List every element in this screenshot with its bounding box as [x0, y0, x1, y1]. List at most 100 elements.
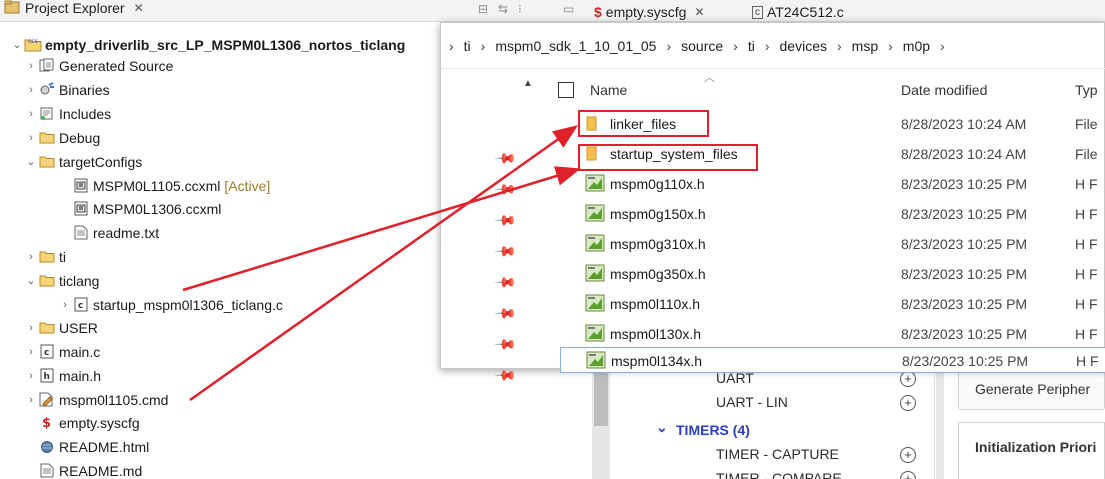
breadcrumb-separator-icon[interactable]: ›	[733, 38, 738, 54]
file-row[interactable]: mspm0g310x.h 8/23/2023 10:25 PM H F	[543, 231, 1105, 257]
scrollbar[interactable]	[936, 366, 944, 479]
pin-icon[interactable]: 📌	[494, 177, 518, 201]
view-menu-icon[interactable]: ⁝	[518, 2, 522, 16]
chevron-right-icon[interactable]: ›	[24, 60, 38, 72]
add-icon[interactable]: +	[900, 371, 916, 387]
tree-item[interactable]: › Includes	[24, 102, 111, 125]
tree-item[interactable]: README.html	[24, 435, 149, 458]
add-icon[interactable]: +	[900, 447, 916, 463]
tree-item[interactable]: › mspm0l1105.cmd	[24, 388, 168, 411]
file-type: File	[1075, 116, 1098, 132]
chevron-right-icon[interactable]: ›	[24, 322, 38, 334]
file-type: H F	[1075, 296, 1098, 312]
ccxml-file-icon	[72, 178, 90, 194]
scrollbar[interactable]	[592, 366, 610, 479]
peripheral-item[interactable]: TIMER - CAPTURE	[716, 446, 839, 462]
tree-item[interactable]: › Generated Source	[24, 54, 173, 77]
breadcrumb-item[interactable]: ti	[748, 38, 755, 54]
chevron-right-icon[interactable]: ›	[24, 251, 38, 263]
pin-icon[interactable]: 📌	[494, 146, 518, 170]
section-header[interactable]: ⌄ TIMERS (4)	[656, 419, 750, 438]
file-date: 8/23/2023 10:25 PM	[901, 176, 1028, 192]
breadcrumb-separator-icon[interactable]: ›	[449, 38, 454, 54]
breadcrumb-separator-icon[interactable]: ›	[888, 38, 893, 54]
column-type[interactable]: Typ	[1075, 82, 1098, 98]
chevron-down-icon[interactable]: ⌄	[24, 155, 38, 168]
chevron-down-icon[interactable]: ⌄	[656, 419, 668, 436]
chevron-down-icon[interactable]: ⌄	[10, 38, 24, 51]
scrollbar[interactable]	[517, 70, 541, 370]
breadcrumb-separator-icon[interactable]: ›	[837, 38, 842, 54]
add-icon[interactable]: +	[900, 471, 916, 479]
file-type: H F	[1075, 236, 1098, 252]
file-row[interactable]: mspm0l134x.h 8/23/2023 10:25 PM H F	[560, 347, 1105, 373]
breadcrumb-item[interactable]: ti	[464, 38, 471, 54]
tree-item[interactable]: › Binaries	[24, 78, 109, 101]
breadcrumb-separator-icon[interactable]: ›	[765, 38, 770, 54]
breadcrumb-item[interactable]: source	[681, 38, 723, 54]
tree-item[interactable]: › c main.c	[24, 340, 100, 363]
tree-item[interactable]: › c startup_mspm0l1306_ticlang.c	[58, 293, 283, 316]
chevron-right-icon[interactable]: ›	[24, 108, 38, 120]
tree-item[interactable]: ⌄ ccs empty_driverlib_src_LP_MSPM0L1306_no…	[10, 33, 405, 56]
tree-item[interactable]: readme.txt	[58, 221, 159, 244]
chevron-right-icon[interactable]: ›	[24, 132, 38, 144]
chevron-down-icon[interactable]: ⌄	[24, 274, 38, 287]
pin-icon[interactable]: 📌	[494, 301, 518, 325]
tree-item[interactable]: ⌄ targetConfigs	[24, 150, 142, 173]
peripheral-item[interactable]: TIMER - COMPARE	[716, 470, 842, 479]
column-name[interactable]: Name	[590, 82, 627, 98]
tree-item[interactable]: › USER	[24, 316, 98, 339]
tree-item-label: empty_driverlib_src_LP_MSPM0L1306_nortos…	[45, 36, 406, 53]
breadcrumb-separator-icon[interactable]: ›	[666, 38, 671, 54]
file-row[interactable]: mspm0g350x.h 8/23/2023 10:25 PM H F	[543, 261, 1105, 287]
breadcrumb-item[interactable]: mspm0_sdk_1_10_01_05	[495, 38, 656, 54]
file-row[interactable]: mspm0g110x.h 8/23/2023 10:25 PM H F	[543, 171, 1105, 197]
tree-item[interactable]: MSPM0L1306.ccxml	[58, 197, 221, 220]
tree-item[interactable]: ⌄ ticlang	[24, 269, 99, 292]
tree-item-label: main.h	[59, 367, 102, 384]
tree-item[interactable]: › ti	[24, 245, 66, 268]
file-row[interactable]: mspm0g150x.h 8/23/2023 10:25 PM H F	[543, 201, 1105, 227]
pin-icon[interactable]: 📌	[494, 270, 518, 294]
tree-item[interactable]: MSPM0L1105.ccxml [Active]	[58, 174, 270, 197]
collapse-all-icon[interactable]: ⊟	[478, 2, 488, 16]
tree-item[interactable]: › Debug	[24, 126, 100, 149]
pin-icon[interactable]: 📌	[494, 239, 518, 263]
scroll-up-icon[interactable]: ▲	[523, 78, 533, 89]
close-icon[interactable]: ✕	[694, 5, 704, 19]
tree-item[interactable]: $ empty.syscfg	[24, 411, 140, 434]
chevron-right-icon[interactable]: ›	[24, 346, 38, 358]
breadcrumb-item[interactable]: m0p	[903, 38, 930, 54]
link-editor-icon[interactable]: ⇆	[498, 2, 508, 16]
add-icon[interactable]: +	[900, 395, 916, 411]
breadcrumb-item[interactable]: msp	[852, 38, 878, 54]
tree-item[interactable]: README.md	[24, 459, 142, 479]
chevron-right-icon[interactable]: ›	[58, 299, 72, 311]
tab-empty-syscfg[interactable]: $ empty.syscfg ✕	[594, 4, 705, 20]
folder-icon	[38, 130, 56, 146]
pin-icon[interactable]: 📌	[494, 332, 518, 356]
project-explorer-tab[interactable]: Project Explorer ✕	[0, 0, 152, 19]
scrollbar-thumb[interactable]	[594, 366, 608, 426]
chevron-right-icon[interactable]: ›	[24, 370, 38, 382]
chevron-right-icon[interactable]: ›	[24, 84, 38, 96]
address-bar-breadcrumb[interactable]: › ti › mspm0_sdk_1_10_01_05 › source › ti › devic…	[441, 23, 1105, 69]
breadcrumb-separator-icon[interactable]: ›	[481, 38, 486, 54]
tab-at24c512[interactable]: c AT24C512.c	[752, 4, 844, 20]
close-icon[interactable]: ✕	[134, 1, 144, 15]
chevron-right-icon[interactable]: ›	[24, 394, 38, 406]
peripheral-item[interactable]: UART - LIN	[716, 394, 788, 410]
tree-item-label: main.c	[59, 343, 101, 360]
breadcrumb-item[interactable]: devices	[780, 38, 827, 54]
column-date-modified[interactable]: Date modified	[901, 82, 987, 98]
file-row[interactable]: mspm0l110x.h 8/23/2023 10:25 PM H F	[543, 291, 1105, 317]
file-date: 8/23/2023 10:25 PM	[901, 326, 1028, 342]
file-row[interactable]: mspm0l130x.h 8/23/2023 10:25 PM H F	[543, 321, 1105, 347]
header-file-icon	[585, 324, 605, 342]
pin-icon[interactable]: 📌	[494, 208, 518, 232]
minimize-icon[interactable]: ▭	[563, 2, 574, 16]
select-all-checkbox[interactable]	[558, 82, 574, 98]
breadcrumb-separator-icon[interactable]: ›	[940, 38, 945, 54]
tree-item[interactable]: › h main.h	[24, 364, 101, 387]
